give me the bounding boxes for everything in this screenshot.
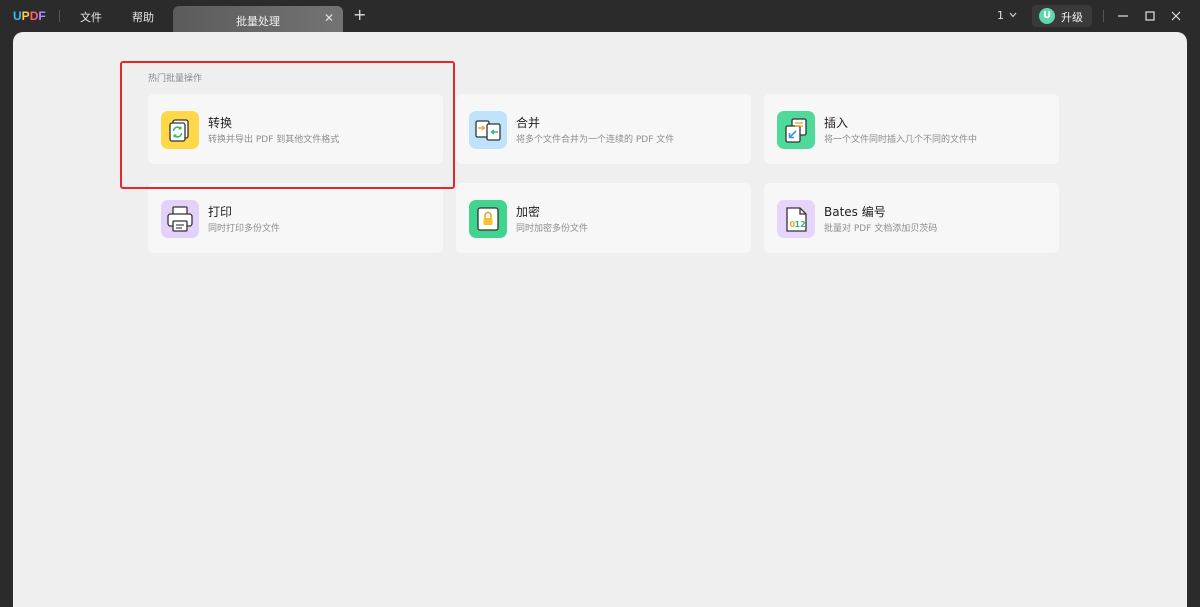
batch-process-panel: 热门批量操作 转换 转换并导出 PDF 到其他文件格式 合并 将多个文件合并为一…: [13, 32, 1187, 607]
card-bates-number[interactable]: 0 12 Bates 编号 批量对 PDF 文档添加贝茨码: [764, 183, 1059, 253]
maximize-icon[interactable]: [1143, 9, 1157, 23]
tab-batch-process[interactable]: 批量处理 ✕: [173, 6, 343, 32]
merge-icon: [469, 111, 507, 149]
card-title: 加密: [516, 205, 541, 219]
section-title: 热门批量操作: [148, 74, 203, 84]
close-window-icon[interactable]: [1169, 9, 1183, 23]
card-merge[interactable]: 合并 将多个文件合并为一个连续的 PDF 文件: [456, 94, 751, 164]
svg-text:12: 12: [795, 220, 806, 229]
window-count[interactable]: 1: [997, 9, 1004, 22]
insert-icon: [777, 111, 815, 149]
card-encrypt[interactable]: 加密 同时加密多份文件: [456, 183, 751, 253]
card-title: 插入: [824, 116, 849, 130]
card-description: 将多个文件合并为一个连续的 PDF 文件: [516, 135, 675, 145]
print-icon: [161, 200, 199, 238]
tab-label: 批量处理: [236, 15, 280, 28]
card-title: 转换: [208, 116, 233, 130]
minimize-icon[interactable]: [1116, 9, 1130, 23]
logo-letter-p: P: [21, 9, 30, 23]
lock-icon: [469, 200, 507, 238]
updf-logo[interactable]: UPDF: [13, 9, 46, 23]
add-tab-button[interactable]: +: [353, 7, 366, 23]
card-title: 合并: [516, 116, 541, 130]
convert-icon: [161, 111, 199, 149]
tab-close-icon[interactable]: ✕: [324, 11, 334, 25]
card-description: 同时加密多份文件: [516, 224, 589, 234]
card-description: 将一个文件同时插入几个不同的文件中: [824, 135, 978, 145]
card-insert[interactable]: 插入 将一个文件同时插入几个不同的文件中: [764, 94, 1059, 164]
title-bar: UPDF 文件 帮助 批量处理 ✕ + 1 U 升级: [0, 0, 1200, 32]
upgrade-label: 升级: [1061, 11, 1083, 24]
card-description: 批量对 PDF 文档添加贝茨码: [824, 224, 938, 234]
card-description: 转换并导出 PDF 到其他文件格式: [208, 135, 340, 145]
card-title: 打印: [208, 205, 233, 219]
title-separator: [1103, 10, 1104, 22]
chevron-down-icon[interactable]: [1009, 11, 1017, 19]
bates-number-icon: 0 12: [777, 200, 815, 238]
card-print[interactable]: 打印 同时打印多份文件: [148, 183, 443, 253]
upgrade-button[interactable]: U 升级: [1032, 5, 1092, 27]
menu-help[interactable]: 帮助: [132, 9, 154, 25]
card-title: Bates 编号: [824, 205, 886, 219]
menu-file[interactable]: 文件: [80, 9, 102, 25]
card-convert[interactable]: 转换 转换并导出 PDF 到其他文件格式: [148, 94, 443, 164]
title-separator: [59, 10, 60, 22]
avatar: U: [1039, 8, 1055, 24]
logo-letter-f: F: [38, 9, 46, 23]
card-description: 同时打印多份文件: [208, 224, 281, 234]
logo-letter-u: U: [13, 9, 22, 23]
